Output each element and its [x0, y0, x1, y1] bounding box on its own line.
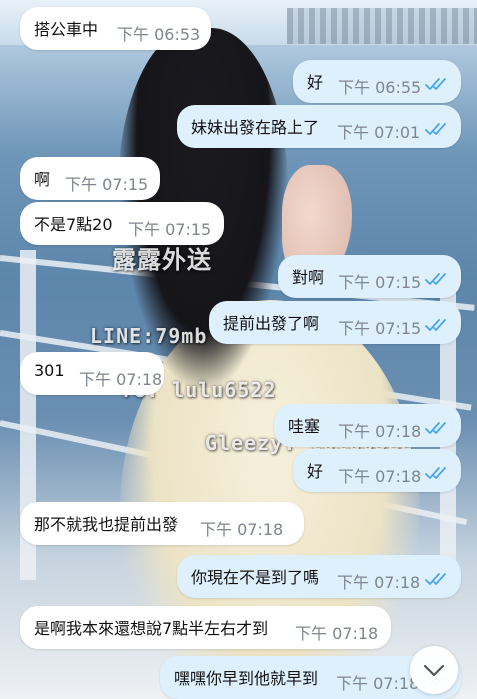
read-receipt-double-check-icon	[425, 572, 449, 586]
chevron-down-icon	[423, 664, 445, 677]
outgoing-message-bubble[interactable]: 好下午 06:55	[293, 60, 461, 103]
outgoing-message-bubble[interactable]: 對啊 下午 07:15	[278, 255, 461, 298]
message-timestamp: 下午 07:15	[128, 220, 212, 239]
message-text: 啊	[34, 170, 51, 189]
message-timestamp: 下午 07:18	[295, 624, 379, 643]
incoming-message-bubble[interactable]: 啊下午 07:15	[20, 157, 160, 200]
message-text: 你現在不是到了嗎	[191, 568, 320, 587]
message-text: 對啊	[292, 268, 325, 287]
message-text: 是啊我本來還想說7點半左右才到	[34, 619, 269, 638]
message-text: 好	[307, 462, 324, 481]
incoming-message-bubble[interactable]: 301 下午 07:18	[20, 352, 164, 395]
message-text: 提前出發了啊	[223, 314, 320, 333]
message-text: 哇塞	[288, 417, 321, 436]
message-text: 好	[307, 73, 324, 92]
message-timestamp: 下午 07:15	[65, 175, 149, 194]
read-receipt-double-check-icon	[425, 272, 449, 286]
message-text: 301	[34, 361, 65, 380]
message-timestamp: 下午 06:53	[117, 25, 201, 44]
read-receipt-double-check-icon	[425, 318, 449, 332]
message-timestamp: 下午 07:15	[338, 273, 422, 292]
message-text: 不是7點20	[34, 215, 113, 234]
incoming-message-bubble[interactable]: 搭公車中 下午 06:53	[20, 7, 211, 50]
message-timestamp: 下午 07:18	[79, 370, 163, 389]
message-timestamp: 下午 07:18	[337, 573, 421, 592]
message-timestamp: 下午 07:01	[337, 123, 421, 142]
read-receipt-double-check-icon	[425, 77, 449, 91]
message-text: 那不就我也提前出發	[34, 515, 179, 534]
outgoing-message-bubble[interactable]: 妹妹出發在路上了 下午 07:01	[177, 105, 461, 148]
outgoing-message-bubble[interactable]: 提前出發了啊 下午 07:15	[209, 301, 461, 344]
watermark-brand: 露露外送	[112, 246, 212, 274]
read-receipt-double-check-icon	[425, 421, 449, 435]
watermark-line: LINE:79mb	[90, 324, 208, 348]
incoming-message-bubble[interactable]: 那不就我也提前出發 下午 07:18	[20, 502, 304, 545]
read-receipt-double-check-icon	[425, 466, 449, 480]
message-timestamp: 下午 07:15	[338, 319, 422, 338]
message-text: 妹妹出發在路上了	[191, 118, 320, 137]
read-receipt-double-check-icon	[425, 122, 449, 136]
message-text: 搭公車中	[34, 20, 99, 39]
message-timestamp: 下午 07:18	[200, 520, 284, 539]
outgoing-message-bubble[interactable]: 你現在不是到了嗎 下午 07:18	[177, 555, 461, 598]
message-text: 嘿嘿你早到他就早到	[174, 669, 319, 688]
message-timestamp: 下午 07:18	[338, 422, 422, 441]
message-timestamp: 下午 07:18	[336, 674, 420, 693]
outgoing-message-bubble[interactable]: 好下午 07:18	[293, 449, 461, 492]
message-timestamp: 下午 07:18	[338, 467, 422, 486]
incoming-message-bubble[interactable]: 不是7點20 下午 07:15	[20, 202, 224, 245]
message-timestamp: 下午 06:55	[338, 78, 422, 97]
scroll-to-bottom-button[interactable]	[410, 646, 458, 694]
outgoing-message-bubble[interactable]: 哇塞 下午 07:18	[274, 404, 461, 447]
incoming-message-bubble[interactable]: 是啊我本來還想說7點半左右才到 下午 07:18	[20, 606, 391, 649]
